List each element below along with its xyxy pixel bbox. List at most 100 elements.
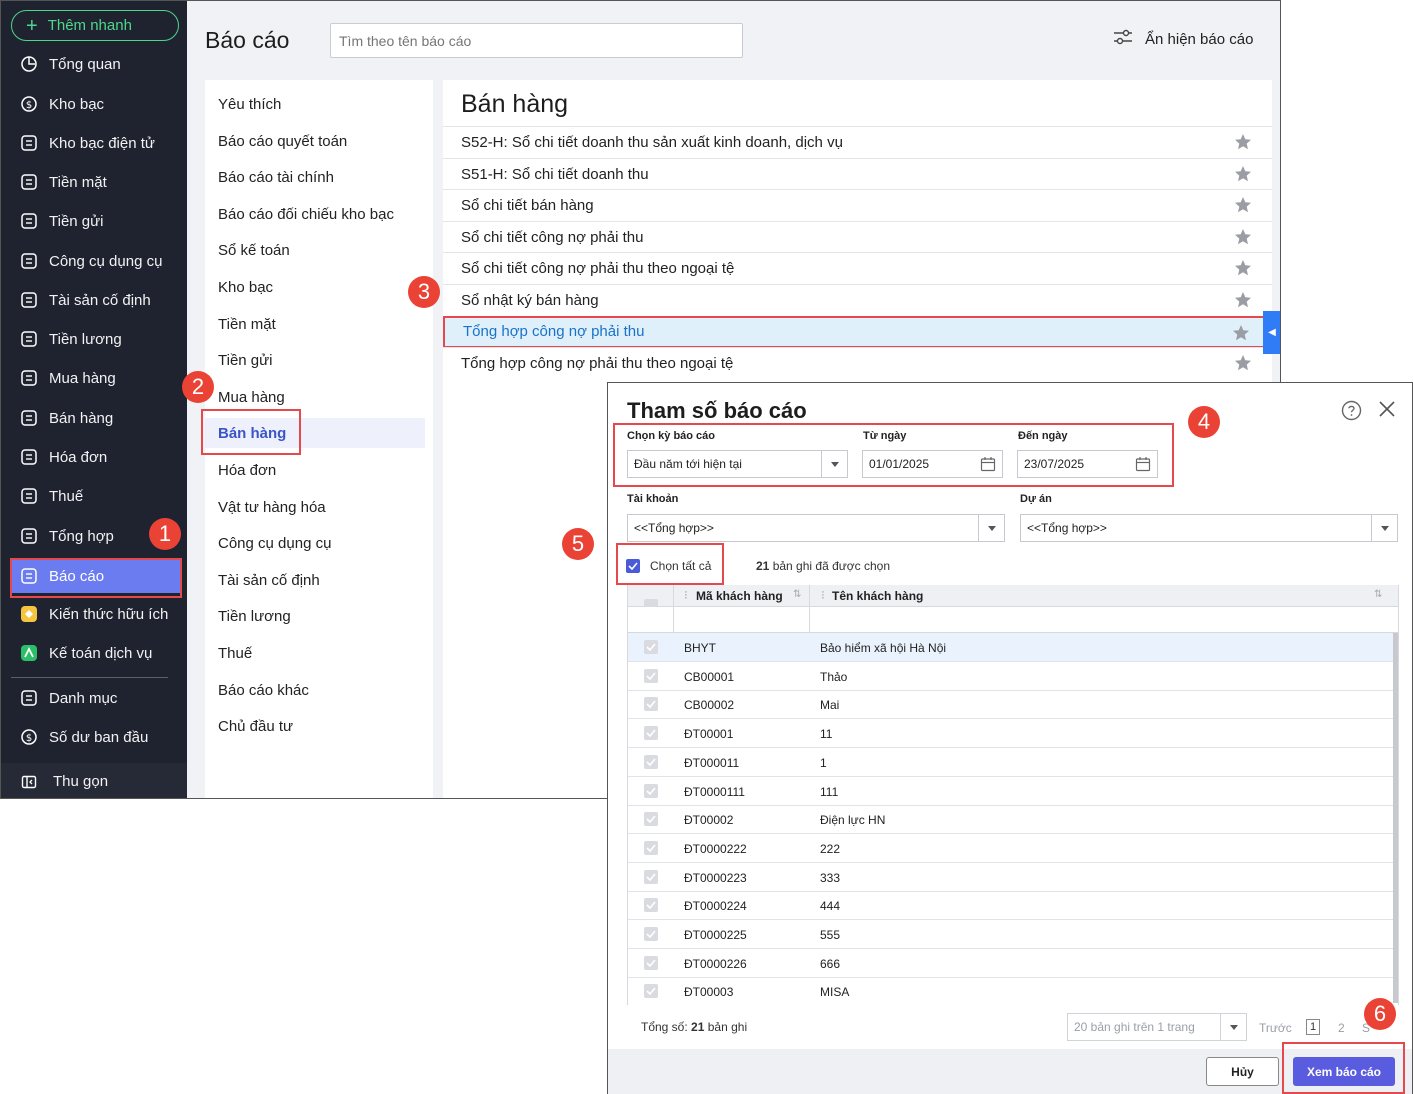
sidebar-item-6[interactable]: Công cụ dụng cụ xyxy=(11,244,181,278)
category-item[interactable]: Báo cáo khác xyxy=(218,682,309,699)
page-size-select[interactable]: 20 bản ghi trên 1 trang xyxy=(1067,1013,1247,1041)
sidebar-item-11[interactable]: Hóa đơn xyxy=(11,440,181,474)
sidebar-item-label: Danh mục xyxy=(49,689,118,707)
category-item[interactable]: Tiền lương xyxy=(218,608,291,625)
account-select[interactable]: <<Tổng hợp>> xyxy=(627,514,1005,542)
sidebar-item-16[interactable]: Kế toán dịch vụ xyxy=(11,636,181,670)
report-item[interactable]: S52-H: Sổ chi tiết doanh thu sản xuất ki… xyxy=(443,126,1272,158)
category-item[interactable]: Công cụ dụng cụ xyxy=(218,535,331,552)
table-row[interactable]: CB00002 Mai xyxy=(628,690,1393,720)
category-item[interactable]: Sổ kế toán xyxy=(218,242,290,259)
table-row[interactable]: ĐT0000111 xyxy=(628,719,1393,749)
sidebar-item-2[interactable]: $ Kho bạc xyxy=(11,87,181,121)
table-row[interactable]: ĐT0000226 666 xyxy=(628,949,1393,978)
table-row[interactable]: ĐT0000111 xyxy=(628,748,1393,777)
help-icon[interactable] xyxy=(1341,400,1362,426)
project-select[interactable]: <<Tổng hợp>> xyxy=(1020,514,1398,542)
collapse-button[interactable]: Thu gọn xyxy=(1,763,187,798)
side-panel-tab[interactable]: ◀ xyxy=(1263,311,1280,354)
report-item[interactable]: Sổ nhật ký bán hàng xyxy=(443,284,1272,316)
sidebar-item-label: Tiền mặt xyxy=(49,173,107,191)
row-checkbox[interactable] xyxy=(644,840,658,855)
category-item[interactable]: Tiền mặt xyxy=(218,316,276,333)
sidebar-item-12[interactable]: Thuế xyxy=(11,479,181,513)
row-checkbox[interactable] xyxy=(644,726,658,741)
sort-icon[interactable]: ⇅ xyxy=(793,589,801,600)
category-item[interactable]: Yêu thích xyxy=(218,96,281,113)
sidebar-item-3[interactable]: Kho bạc điện tử xyxy=(11,126,181,160)
sidebar-item-17[interactable]: Danh mục xyxy=(11,681,181,715)
close-icon[interactable] xyxy=(1377,399,1397,424)
row-checkbox[interactable] xyxy=(644,668,658,683)
search-input[interactable] xyxy=(330,23,743,58)
category-item[interactable]: Vật tư hàng hóa xyxy=(218,499,326,516)
sidebar-item-4[interactable]: Tiền mặt xyxy=(11,165,181,199)
star-icon[interactable] xyxy=(1234,291,1252,313)
category-item[interactable]: Mua hàng xyxy=(218,389,285,406)
cancel-button[interactable]: Hủy xyxy=(1206,1057,1279,1086)
sidebar-item-15[interactable]: Kiến thức hữu ích xyxy=(11,597,181,631)
category-item[interactable]: Tiền gửi xyxy=(218,352,273,369)
report-item-label: Sổ chi tiết công nợ phải thu theo ngoại … xyxy=(461,260,735,278)
star-icon[interactable] xyxy=(1234,354,1252,376)
table-row[interactable]: CB00001 Thảo xyxy=(628,662,1393,691)
report-item[interactable]: Sổ chi tiết công nợ phải thu xyxy=(443,220,1272,253)
grid-scrollbar[interactable] xyxy=(1393,633,1398,1003)
row-checkbox[interactable] xyxy=(644,783,658,798)
quick-add-button[interactable]: + Thêm nhanh xyxy=(11,10,179,41)
row-checkbox[interactable] xyxy=(644,869,658,884)
category-item[interactable]: Tài sản cố định xyxy=(218,572,320,589)
category-item[interactable]: Chủ đầu tư xyxy=(218,718,293,735)
grid-filter-row[interactable] xyxy=(628,607,1398,633)
star-icon[interactable] xyxy=(1234,196,1252,218)
report-item[interactable]: Sổ chi tiết bán hàng xyxy=(443,189,1272,221)
row-checkbox[interactable] xyxy=(644,984,658,999)
sidebar-item-7[interactable]: Tài sản cố định xyxy=(11,283,181,317)
report-item[interactable]: S51-H: Sổ chi tiết doanh thu xyxy=(443,157,1272,190)
row-checkbox[interactable] xyxy=(644,955,658,970)
toggle-reports-button[interactable]: Ẩn hiện báo cáo xyxy=(1113,29,1253,49)
star-icon[interactable] xyxy=(1234,133,1252,155)
table-row[interactable]: BHYT Bảo hiểm xã hội Hà Nội xyxy=(628,633,1393,662)
highlight-period-fields xyxy=(613,423,1174,487)
sidebar-item-5[interactable]: Tiền gửi xyxy=(11,204,181,238)
row-checkbox[interactable] xyxy=(644,927,658,941)
sidebar-item-18[interactable]: $ Số dư ban đầu xyxy=(11,720,181,754)
table-row[interactable]: ĐT0000223 333 xyxy=(628,863,1393,892)
column-header-name[interactable]: Tên khách hàng xyxy=(832,589,923,603)
star-icon[interactable] xyxy=(1234,259,1252,281)
table-row[interactable]: ĐT0000222 222 xyxy=(628,834,1393,863)
category-item[interactable]: Kho bạc xyxy=(218,279,273,296)
sidebar-item-label: Bán hàng xyxy=(49,409,114,427)
table-row[interactable]: ĐT0000111 111 xyxy=(628,777,1393,806)
column-header-code[interactable]: Mã khách hàng xyxy=(696,589,783,603)
sidebar-item-8[interactable]: Tiền lương xyxy=(11,322,181,356)
category-item[interactable]: Hóa đơn xyxy=(218,462,276,479)
category-item[interactable]: Báo cáo quyết toán xyxy=(218,133,347,150)
table-row[interactable]: ĐT0000224 444 xyxy=(628,891,1393,921)
page-1-button[interactable]: 1 xyxy=(1306,1019,1320,1035)
row-checkbox[interactable] xyxy=(644,898,658,913)
star-icon[interactable] xyxy=(1232,324,1250,346)
table-row[interactable]: ĐT0000225 555 xyxy=(628,920,1393,949)
star-icon[interactable] xyxy=(1234,228,1252,250)
category-item[interactable]: Báo cáo tài chính xyxy=(218,169,334,186)
sort-icon[interactable]: ⇅ xyxy=(1374,589,1382,600)
sidebar-item-10[interactable]: Bán hàng xyxy=(11,401,181,435)
prev-page-button[interactable]: Trước xyxy=(1259,1021,1292,1035)
row-checkbox[interactable] xyxy=(644,812,658,827)
page-2-button[interactable]: 2 xyxy=(1338,1021,1345,1035)
report-item[interactable]: Tổng hợp công nợ phải thu theo ngoại tệ xyxy=(443,347,1272,379)
category-item[interactable]: Thuế xyxy=(218,645,252,662)
report-item[interactable]: Tổng hợp công nợ phải thu xyxy=(443,315,1272,348)
report-item[interactable]: Sổ chi tiết công nợ phải thu theo ngoại … xyxy=(443,252,1272,284)
row-checkbox[interactable] xyxy=(644,640,658,654)
row-checkbox[interactable] xyxy=(644,697,658,712)
table-row[interactable]: ĐT00003 MISA xyxy=(628,977,1393,1005)
star-icon[interactable] xyxy=(1234,165,1252,187)
sidebar-item-9[interactable]: Mua hàng xyxy=(11,361,181,395)
row-checkbox[interactable] xyxy=(644,754,658,769)
sidebar-item-1[interactable]: Tổng quan xyxy=(11,47,181,81)
category-item[interactable]: Báo cáo đối chiếu kho bạc xyxy=(218,206,394,223)
table-row[interactable]: ĐT00002 Điện lực HN xyxy=(628,805,1393,835)
